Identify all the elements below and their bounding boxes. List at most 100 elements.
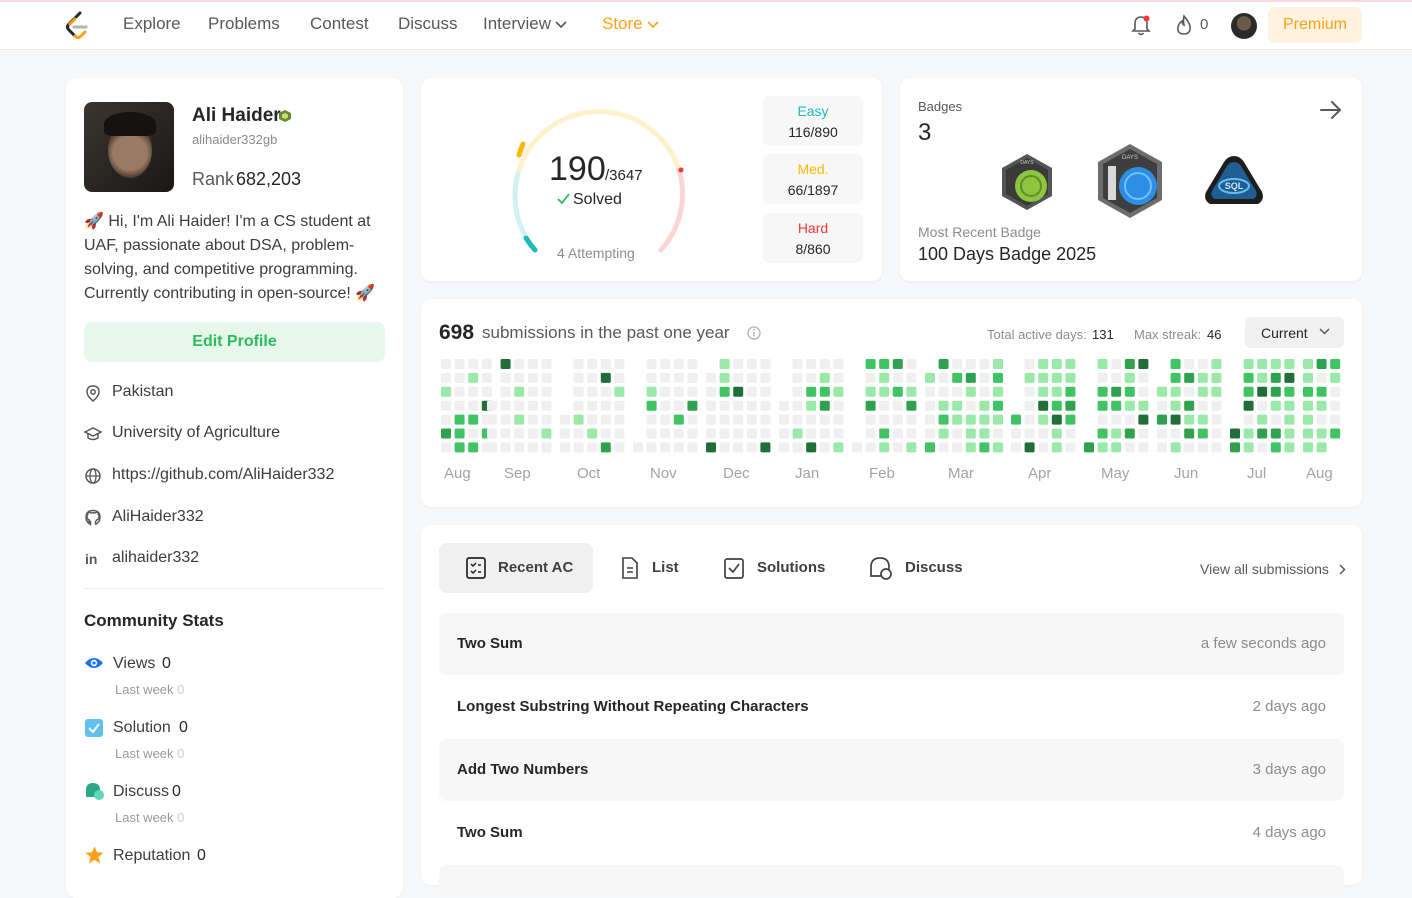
heatmap-day-cell[interactable] bbox=[706, 414, 716, 425]
heatmap-day-cell[interactable] bbox=[614, 372, 625, 383]
heatmap-day-cell[interactable] bbox=[906, 400, 917, 411]
heatmap-day-cell[interactable] bbox=[614, 414, 625, 425]
heatmap-day-cell[interactable] bbox=[906, 428, 917, 439]
heatmap-day-cell[interactable] bbox=[979, 442, 990, 453]
heatmap-day-cell[interactable] bbox=[1038, 386, 1049, 397]
heatmap-day-cell[interactable] bbox=[819, 428, 830, 439]
heatmap-day-cell[interactable] bbox=[687, 442, 698, 453]
leetcode-logo-icon[interactable] bbox=[64, 11, 90, 39]
heatmap-day-cell[interactable] bbox=[514, 400, 525, 411]
heatmap-day-cell[interactable] bbox=[779, 400, 789, 411]
heatmap-day-cell[interactable] bbox=[938, 400, 949, 411]
heatmap-day-cell[interactable] bbox=[1257, 372, 1268, 383]
heatmap-day-cell[interactable] bbox=[952, 386, 963, 397]
heatmap-day-cell[interactable] bbox=[600, 400, 611, 411]
heatmap-day-cell[interactable] bbox=[560, 428, 570, 439]
heatmap-day-cell[interactable] bbox=[806, 372, 817, 383]
heatmap-day-cell[interactable] bbox=[706, 372, 716, 383]
heatmap-day-cell[interactable] bbox=[1257, 386, 1268, 397]
heatmap-day-cell[interactable] bbox=[865, 414, 876, 425]
heatmap-day-cell[interactable] bbox=[792, 386, 803, 397]
heatmap-day-cell[interactable] bbox=[441, 386, 451, 397]
heatmap-day-cell[interactable] bbox=[1065, 359, 1076, 369]
heatmap-day-cell[interactable] bbox=[906, 359, 917, 369]
heatmap-day-cell[interactable] bbox=[865, 400, 876, 411]
heatmap-day-cell[interactable] bbox=[1065, 428, 1076, 439]
heatmap-day-cell[interactable] bbox=[454, 442, 465, 453]
heatmap-day-cell[interactable] bbox=[706, 442, 716, 453]
year-select[interactable]: Current bbox=[1245, 317, 1344, 348]
heatmap-day-cell[interactable] bbox=[1011, 428, 1021, 439]
heatmap-day-cell[interactable] bbox=[833, 386, 844, 397]
heatmap-day-cell[interactable] bbox=[952, 359, 963, 369]
heatmap-day-cell[interactable] bbox=[1184, 372, 1195, 383]
heatmap-day-cell[interactable] bbox=[1065, 414, 1076, 425]
heatmap-day-cell[interactable] bbox=[1330, 414, 1341, 425]
heatmap-day-cell[interactable] bbox=[993, 442, 1003, 453]
heatmap-day-cell[interactable] bbox=[1124, 372, 1135, 383]
heatmap-day-cell[interactable] bbox=[906, 372, 917, 383]
heatmap-day-cell[interactable] bbox=[1243, 414, 1254, 425]
heatmap-day-cell[interactable] bbox=[1211, 428, 1222, 439]
heatmap-day-cell[interactable] bbox=[1157, 386, 1167, 397]
heatmap-day-cell[interactable] bbox=[1270, 386, 1281, 397]
heatmap-day-cell[interactable] bbox=[1257, 442, 1268, 453]
heatmap-day-cell[interactable] bbox=[1097, 386, 1108, 397]
heatmap-day-cell[interactable] bbox=[1316, 359, 1327, 369]
heatmap-day-cell[interactable] bbox=[965, 428, 976, 439]
heatmap-day-cell[interactable] bbox=[587, 372, 598, 383]
heatmap-day-cell[interactable] bbox=[819, 372, 830, 383]
heatmap-day-cell[interactable] bbox=[1316, 386, 1327, 397]
heatmap-day-cell[interactable] bbox=[1316, 428, 1327, 439]
heatmap-day-cell[interactable] bbox=[454, 428, 465, 439]
heatmap-day-cell[interactable] bbox=[1065, 400, 1076, 411]
heatmap-day-cell[interactable] bbox=[1138, 386, 1149, 397]
heatmap-day-cell[interactable] bbox=[760, 359, 771, 369]
heatmap-day-cell[interactable] bbox=[1124, 414, 1135, 425]
heatmap-day-cell[interactable] bbox=[646, 359, 657, 369]
heatmap-day-cell[interactable] bbox=[879, 359, 890, 369]
heatmap-day-cell[interactable] bbox=[1197, 372, 1208, 383]
heatmap-day-cell[interactable] bbox=[660, 414, 671, 425]
heatmap-day-cell[interactable] bbox=[687, 428, 698, 439]
heatmap-day-cell[interactable] bbox=[660, 372, 671, 383]
heatmap-day-cell[interactable] bbox=[1011, 442, 1021, 453]
heatmap-day-cell[interactable] bbox=[925, 428, 935, 439]
heatmap-day-cell[interactable] bbox=[1124, 400, 1135, 411]
submission-row[interactable]: Two Sum 4 days ago bbox=[439, 802, 1344, 864]
heatmap-day-cell[interactable] bbox=[441, 372, 451, 383]
nav-discuss[interactable]: Discuss bbox=[398, 14, 458, 34]
heatmap-day-cell[interactable] bbox=[1316, 442, 1327, 453]
heatmap-day-cell[interactable] bbox=[733, 386, 744, 397]
heatmap-day-cell[interactable] bbox=[1170, 428, 1181, 439]
heatmap-day-cell[interactable] bbox=[1011, 414, 1021, 425]
submission-row[interactable] bbox=[439, 865, 1344, 895]
heatmap-day-cell[interactable] bbox=[979, 400, 990, 411]
heatmap-day-cell[interactable] bbox=[1303, 400, 1313, 411]
heatmap-day-cell[interactable] bbox=[1097, 414, 1108, 425]
heatmap-day-cell[interactable] bbox=[879, 372, 890, 383]
heatmap-day-cell[interactable] bbox=[1038, 442, 1049, 453]
heatmap-day-cell[interactable] bbox=[1157, 442, 1167, 453]
heatmap-day-cell[interactable] bbox=[1024, 400, 1035, 411]
heatmap-day-cell[interactable] bbox=[1138, 400, 1149, 411]
heatmap-day-cell[interactable] bbox=[1303, 359, 1313, 369]
heatmap-day-cell[interactable] bbox=[746, 442, 757, 453]
heatmap-day-cell[interactable] bbox=[527, 414, 538, 425]
heatmap-day-cell[interactable] bbox=[454, 372, 465, 383]
heatmap-day-cell[interactable] bbox=[1230, 442, 1240, 453]
heatmap-day-cell[interactable] bbox=[892, 359, 903, 369]
heatmap-day-cell[interactable] bbox=[833, 414, 844, 425]
heatmap-day-cell[interactable] bbox=[879, 400, 890, 411]
tab-recent-ac[interactable]: Recent AC bbox=[465, 543, 595, 593]
heatmap-day-cell[interactable] bbox=[527, 359, 538, 369]
nav-interview[interactable]: Interview bbox=[483, 14, 567, 34]
heatmap-day-cell[interactable] bbox=[573, 359, 584, 369]
heatmap-day-cell[interactable] bbox=[1303, 414, 1313, 425]
heatmap-day-cell[interactable] bbox=[1038, 400, 1049, 411]
heatmap-day-cell[interactable] bbox=[833, 359, 844, 369]
heatmap-day-cell[interactable] bbox=[468, 428, 479, 439]
heatmap-day-cell[interactable] bbox=[819, 386, 830, 397]
heatmap-day-cell[interactable] bbox=[879, 386, 890, 397]
heatmap-day-cell[interactable] bbox=[1330, 400, 1341, 411]
